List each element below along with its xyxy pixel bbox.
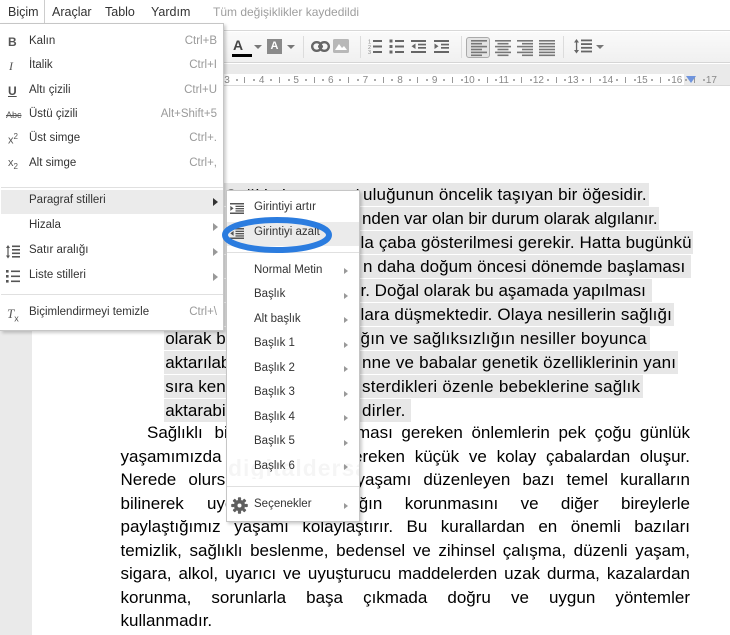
svg-text:3: 3 [368,50,371,54]
